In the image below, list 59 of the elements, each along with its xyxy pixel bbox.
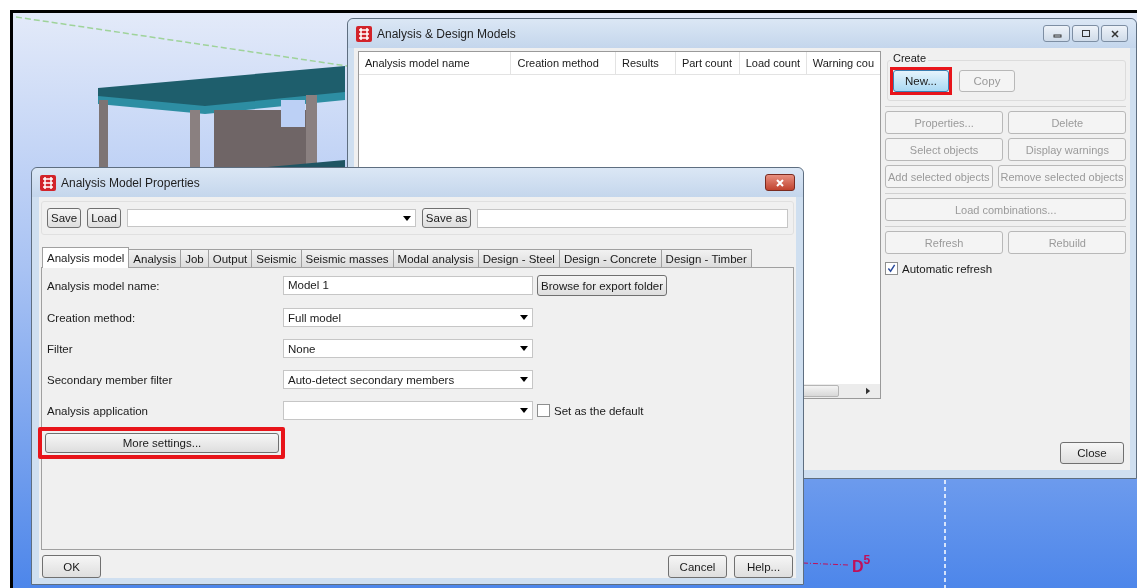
tab[interactable]: Job bbox=[180, 249, 209, 267]
checkbox-label: Set as the default bbox=[554, 404, 644, 417]
column-header[interactable]: Part count bbox=[675, 52, 740, 74]
help-button[interactable]: Help... bbox=[734, 555, 793, 578]
tab[interactable]: Design - Timber bbox=[660, 249, 752, 267]
dropdown[interactable]: None bbox=[283, 339, 533, 358]
grid-label: D$^{5}$ bbox=[852, 553, 871, 575]
close-dialog-button[interactable]: Close bbox=[1060, 442, 1124, 464]
column-header[interactable]: Load count bbox=[739, 52, 807, 74]
field-label: Analysis model name: bbox=[47, 279, 161, 292]
save-button[interactable]: Save bbox=[47, 208, 82, 228]
tab[interactable]: Design - Steel bbox=[477, 249, 560, 267]
tab[interactable]: Modal analysis bbox=[392, 249, 479, 267]
tab[interactable]: Seismic masses bbox=[300, 249, 394, 267]
dropdown[interactable]: Auto-detect secondary members bbox=[283, 370, 533, 389]
browse-button[interactable]: Browse for export folder bbox=[537, 275, 668, 296]
checkbox[interactable] bbox=[885, 262, 898, 275]
column-header[interactable]: Creation method bbox=[511, 52, 617, 74]
grid-line bbox=[802, 562, 849, 566]
dropdown-arrow-icon bbox=[520, 315, 528, 320]
more-settings-button[interactable]: More settings... bbox=[45, 433, 279, 453]
field-label: Analysis application bbox=[47, 404, 149, 417]
tab[interactable]: Analysis bbox=[128, 249, 182, 267]
window-title: Analysis Model Properties bbox=[61, 175, 200, 190]
app-icon bbox=[356, 25, 372, 42]
app-icon bbox=[40, 174, 56, 191]
dropdown[interactable]: Full model bbox=[283, 308, 533, 327]
scroll-right-icon[interactable] bbox=[866, 387, 871, 395]
close-icon bbox=[1109, 28, 1120, 39]
tab[interactable]: Design - Concrete bbox=[558, 249, 662, 267]
load-button[interactable]: Load bbox=[87, 208, 121, 228]
close-button[interactable] bbox=[765, 174, 795, 191]
ok-button[interactable]: OK bbox=[42, 555, 101, 578]
checkbox[interactable] bbox=[537, 404, 550, 417]
tab[interactable]: Output bbox=[207, 249, 253, 267]
field-label: Secondary member filter bbox=[47, 373, 174, 386]
cancel-button[interactable]: Cancel bbox=[668, 555, 727, 578]
field-label: Creation method: bbox=[47, 311, 137, 324]
maximize-button[interactable] bbox=[1072, 25, 1099, 42]
dropdown-arrow-icon bbox=[520, 346, 528, 351]
dropdown-arrow-icon bbox=[402, 215, 411, 221]
save-as-button[interactable]: Save as bbox=[421, 208, 472, 228]
action-button[interactable]: New... bbox=[893, 70, 949, 92]
close-button[interactable] bbox=[1101, 25, 1128, 42]
column-header[interactable]: Analysis model name bbox=[359, 52, 512, 74]
tab[interactable]: Analysis model bbox=[42, 247, 130, 268]
column-header[interactable]: Results bbox=[616, 52, 676, 74]
close-icon bbox=[775, 177, 785, 188]
column-header[interactable]: Warning cou bbox=[806, 52, 880, 74]
dropdown-arrow-icon bbox=[520, 408, 528, 413]
checkbox-label: Automatic refresh bbox=[902, 262, 993, 275]
window-title: Analysis & Design Models bbox=[377, 26, 516, 41]
dropdown-arrow-icon bbox=[520, 377, 528, 382]
group-label: Create bbox=[891, 52, 929, 64]
tab[interactable]: Seismic bbox=[251, 249, 302, 267]
input-field[interactable]: Model 1 bbox=[283, 276, 533, 295]
maximize-icon bbox=[1080, 28, 1091, 39]
field-label: Filter bbox=[47, 342, 74, 355]
save-as-field[interactable] bbox=[477, 208, 788, 228]
